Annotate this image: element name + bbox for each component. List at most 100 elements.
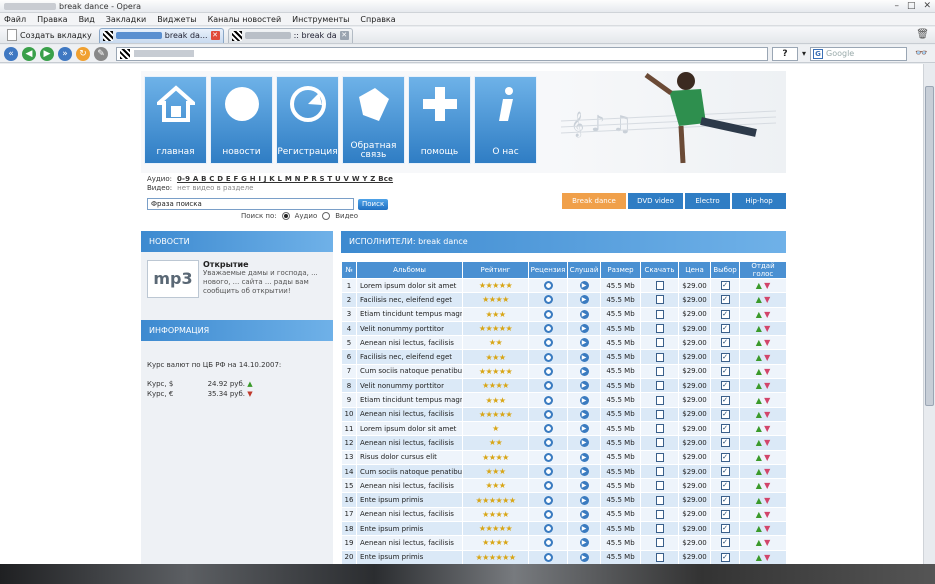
checkbox-icon[interactable]: ✓ xyxy=(720,381,730,391)
thumbs-up-icon[interactable]: ▲ xyxy=(756,353,762,362)
review-icon[interactable] xyxy=(543,538,553,548)
thumbs-down-icon[interactable]: ▼ xyxy=(764,324,770,333)
checkbox-icon[interactable]: ✓ xyxy=(720,424,730,434)
vote-buttons[interactable]: ▲ ▼ xyxy=(739,492,787,508)
scrollbar-thumb[interactable] xyxy=(925,86,934,406)
thumbs-down-icon[interactable]: ▼ xyxy=(764,338,770,347)
thumbs-up-icon[interactable]: ▲ xyxy=(756,281,762,290)
download-icon[interactable] xyxy=(655,481,664,491)
download-icon[interactable] xyxy=(655,509,664,519)
checkbox-icon[interactable]: ✓ xyxy=(720,338,730,348)
review-button[interactable] xyxy=(528,506,568,523)
listen-button[interactable]: ▶ xyxy=(567,349,601,365)
download-icon[interactable] xyxy=(655,467,664,476)
download-icon[interactable] xyxy=(655,424,664,434)
listen-button[interactable]: ▶ xyxy=(567,406,601,422)
select-checkbox[interactable]: ✓ xyxy=(710,492,740,508)
album-link[interactable]: Aenean nisi lectus, facilisis xyxy=(356,435,463,451)
thumbs-up-icon[interactable]: ▲ xyxy=(756,496,762,505)
review-button[interactable] xyxy=(528,549,568,565)
thumbs-down-icon[interactable]: ▼ xyxy=(764,367,770,376)
checkbox-icon[interactable]: ✓ xyxy=(720,366,730,376)
download-button[interactable] xyxy=(640,549,679,565)
review-icon[interactable] xyxy=(543,552,553,562)
thumbs-up-icon[interactable]: ▲ xyxy=(756,553,762,562)
reload-icon[interactable]: ↻ xyxy=(76,46,90,61)
album-link[interactable]: Ente ipsum primis xyxy=(356,492,463,508)
genre-electro[interactable]: Electro xyxy=(685,193,730,209)
play-icon[interactable]: ▶ xyxy=(579,281,589,291)
select-checkbox[interactable]: ✓ xyxy=(710,478,740,494)
vote-buttons[interactable]: ▲ ▼ xyxy=(739,549,787,565)
listen-button[interactable]: ▶ xyxy=(567,335,601,351)
thumbs-up-icon[interactable]: ▲ xyxy=(756,538,762,547)
checkbox-icon[interactable]: ✓ xyxy=(720,481,730,491)
menu-file[interactable]: Файл xyxy=(4,13,26,25)
select-checkbox[interactable]: ✓ xyxy=(710,349,740,365)
play-icon[interactable]: ▶ xyxy=(579,538,589,548)
vote-buttons[interactable]: ▲ ▼ xyxy=(739,420,787,437)
review-icon[interactable] xyxy=(543,524,553,534)
tab-active[interactable]: break da... ✕ xyxy=(98,27,224,43)
play-icon[interactable]: ▶ xyxy=(579,452,589,462)
radio-video[interactable] xyxy=(322,212,331,220)
thumbs-up-icon[interactable]: ▲ xyxy=(756,467,762,476)
radio-audio[interactable] xyxy=(281,212,290,220)
listen-button[interactable]: ▶ xyxy=(567,392,601,408)
review-icon[interactable] xyxy=(543,366,553,376)
checkbox-icon[interactable]: ✓ xyxy=(720,352,730,362)
checkbox-icon[interactable]: ✓ xyxy=(720,309,730,319)
checkbox-icon[interactable]: ✓ xyxy=(720,467,730,476)
thumbs-up-icon[interactable]: ▲ xyxy=(756,324,762,333)
maximize-button[interactable]: □ xyxy=(907,0,916,13)
vote-buttons[interactable]: ▲ ▼ xyxy=(739,406,787,422)
review-button[interactable] xyxy=(528,463,568,480)
thumbs-up-icon[interactable]: ▲ xyxy=(756,367,762,376)
play-icon[interactable]: ▶ xyxy=(579,495,589,505)
thumbs-down-icon[interactable]: ▼ xyxy=(764,438,770,447)
play-icon[interactable]: ▶ xyxy=(579,309,589,319)
thumbs-up-icon[interactable]: ▲ xyxy=(756,338,762,347)
address-field[interactable] xyxy=(116,46,768,61)
rewind-icon[interactable]: « xyxy=(4,46,18,61)
checkbox-icon[interactable]: ✓ xyxy=(720,409,730,419)
vote-buttons[interactable]: ▲ ▼ xyxy=(739,521,787,537)
select-checkbox[interactable]: ✓ xyxy=(710,420,740,437)
download-button[interactable] xyxy=(640,492,679,508)
menu-widgets[interactable]: Виджеты xyxy=(157,13,196,25)
select-checkbox[interactable]: ✓ xyxy=(710,521,740,537)
download-button[interactable] xyxy=(640,392,679,408)
search-engine-field[interactable]: G Google xyxy=(810,46,908,61)
thumbs-down-icon[interactable]: ▼ xyxy=(764,496,770,505)
thumbs-down-icon[interactable]: ▼ xyxy=(764,353,770,362)
nav-about[interactable]: О нас xyxy=(474,76,537,164)
play-icon[interactable]: ▶ xyxy=(579,366,589,376)
download-button[interactable] xyxy=(640,478,679,494)
thumbs-down-icon[interactable]: ▼ xyxy=(764,310,770,319)
review-icon[interactable] xyxy=(543,452,553,462)
listen-button[interactable]: ▶ xyxy=(567,521,601,537)
listen-button[interactable]: ▶ xyxy=(567,435,601,451)
trash-icon[interactable]: 🗑 xyxy=(916,29,929,40)
download-button[interactable] xyxy=(640,420,679,437)
review-icon[interactable] xyxy=(543,424,553,434)
checkbox-icon[interactable]: ✓ xyxy=(720,452,730,462)
play-icon[interactable]: ▶ xyxy=(579,552,589,562)
select-checkbox[interactable]: ✓ xyxy=(710,335,740,351)
checkbox-icon[interactable]: ✓ xyxy=(720,395,730,405)
review-button[interactable] xyxy=(528,392,568,408)
download-icon[interactable] xyxy=(655,281,664,291)
review-button[interactable] xyxy=(528,363,568,380)
album-link[interactable]: Ente ipsum primis xyxy=(356,521,463,537)
vote-buttons[interactable]: ▲ ▼ xyxy=(739,478,787,494)
review-button[interactable] xyxy=(528,320,568,337)
album-link[interactable]: Etiam tincidunt tempus magna xyxy=(356,392,463,408)
thumbs-down-icon[interactable]: ▼ xyxy=(764,524,770,533)
download-icon[interactable] xyxy=(655,338,664,348)
select-checkbox[interactable]: ✓ xyxy=(710,277,740,294)
nav-feedback[interactable]: Обратная связь xyxy=(342,76,405,164)
download-button[interactable] xyxy=(640,349,679,365)
download-button[interactable] xyxy=(640,521,679,537)
tab-inactive[interactable]: :: break da ✕ xyxy=(227,27,353,43)
album-link[interactable]: Risus dolor cursus elit xyxy=(356,449,463,465)
